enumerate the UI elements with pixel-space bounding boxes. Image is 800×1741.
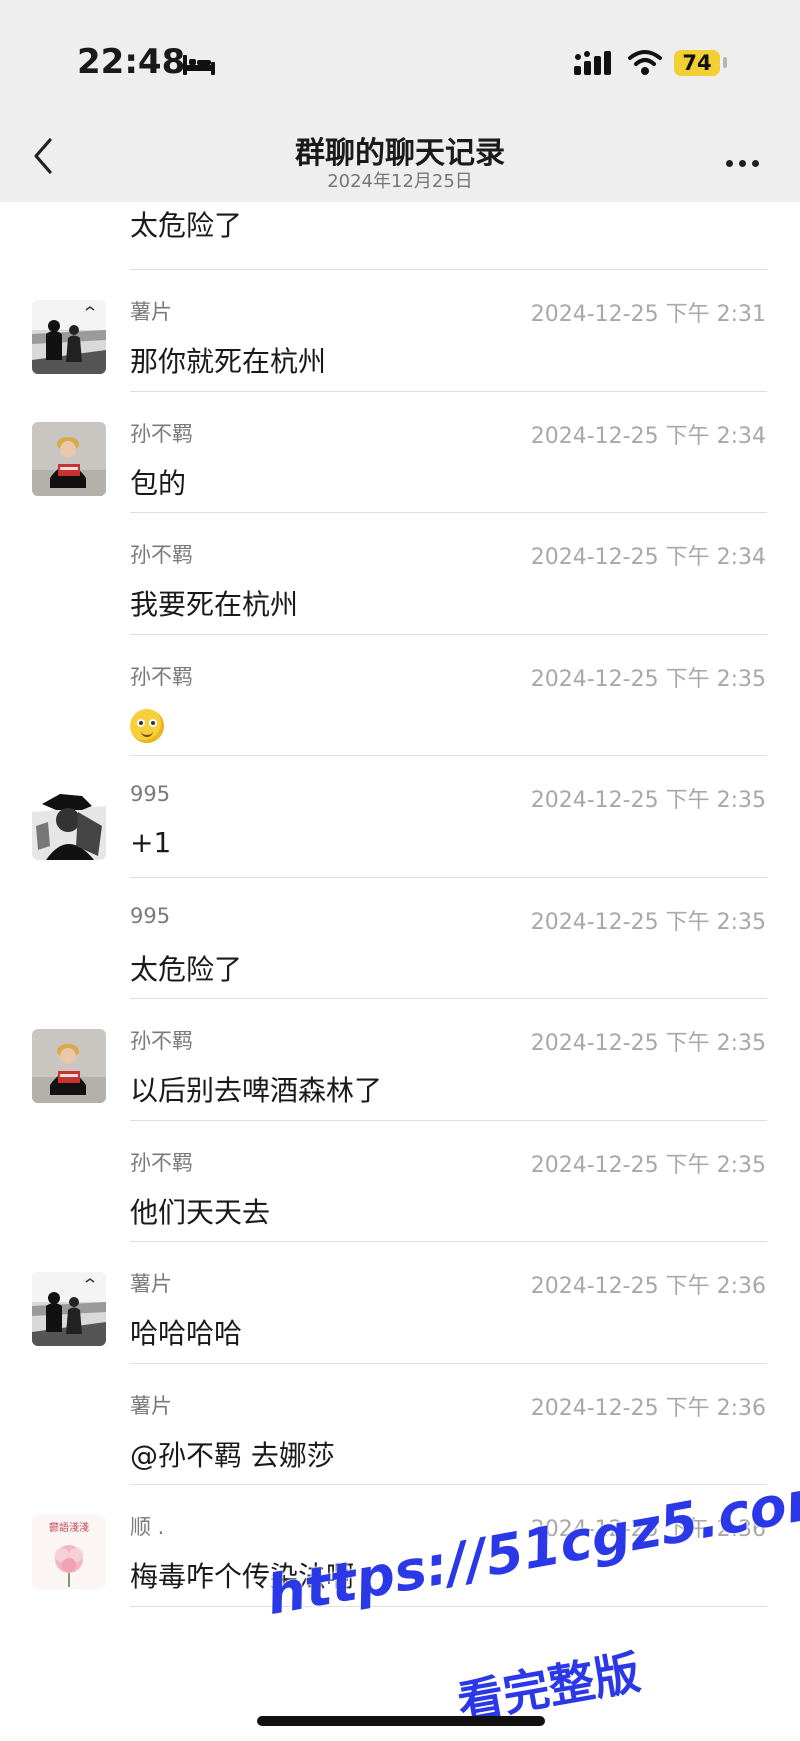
message-timestamp: 2024-12-25 下午 2:35 — [530, 788, 766, 813]
message-timestamp: 2024-12-25 下午 2:34 — [530, 423, 766, 449]
page-title: 群聊的聊天记录 — [295, 136, 505, 171]
message-text — [130, 705, 164, 746]
message-item[interactable]: 薯片 2024-12-25 下午 2:36 @孙不羁 去娜莎 — [0, 1364, 800, 1485]
message-item[interactable]: 孙不羁 2024-12-25 下午 2:34 包的 — [0, 392, 800, 513]
cellular-signal-icon — [574, 51, 611, 75]
sender-name: 孙不羁 — [130, 1150, 193, 1175]
avatar[interactable]: 鬱語淺淺 — [32, 1515, 106, 1589]
message-text: +1 — [130, 826, 172, 859]
message-item[interactable]: 孙不羁 2024-12-25 下午 2:35 以后别去啤酒森林了 — [0, 999, 800, 1121]
message-timestamp: 2024-12-25 下午 2:36 — [530, 1274, 766, 1299]
message-text: 以后别去啤酒森林了 — [130, 1074, 383, 1107]
message-item[interactable]: 薯片 2024-12-25 下午 2:36 哈哈哈哈 — [0, 1242, 800, 1364]
message-timestamp: 2024-12-25 下午 2:35 — [530, 1152, 766, 1178]
message-item[interactable]: 孙不羁 2024-12-25 下午 2:34 我要死在杭州 — [0, 513, 800, 635]
avatar[interactable] — [32, 1272, 106, 1346]
avatar[interactable] — [32, 1029, 106, 1103]
status-indicators: 74 — [550, 40, 800, 80]
message-timestamp: 2024-12-25 下午 2:34 — [530, 545, 766, 570]
svg-text:鬱語淺淺: 鬱語淺淺 — [49, 1521, 89, 1534]
sender-name: 薯片 — [130, 1393, 172, 1418]
sleep-focus-icon — [183, 55, 215, 75]
sender-name: 顺 . — [130, 1515, 165, 1539]
message-timestamp: 2024-12-25 下午 2:35 — [530, 666, 766, 692]
message-text: 那你就死在杭州 — [130, 345, 327, 378]
page-subtitle-date: 2024年12月25日 — [327, 171, 473, 192]
message-text: 他们天天去 — [130, 1195, 271, 1229]
message-item[interactable]: 薯片 2024-12-25 下午 2:31 那你就死在杭州 — [0, 270, 800, 392]
sender-name: 孙不羁 — [130, 664, 193, 689]
message-timestamp: 2024-12-25 下午 2:35 — [530, 1031, 766, 1056]
home-indicator[interactable] — [257, 1716, 545, 1726]
sender-name: 995 — [130, 782, 171, 806]
avatar[interactable] — [32, 786, 106, 860]
message-timestamp: 2024-12-25 下午 2:31 — [530, 302, 766, 327]
message-item[interactable]: 995 2024-12-25 下午 2:35 +1 — [0, 756, 800, 878]
sender-name: 孙不羁 — [130, 421, 193, 446]
message-text: 包的 — [130, 466, 187, 500]
sender-name: 孙不羁 — [130, 543, 193, 567]
message-timestamp: 2024-12-25 下午 2:36 — [530, 1395, 766, 1421]
sender-name: 孙不羁 — [130, 1029, 193, 1053]
message-text: 哈哈哈哈 — [130, 1317, 243, 1350]
more-options-icon[interactable] — [726, 152, 765, 171]
top-bar: 22:48 74 群聊的聊天记录 2024年12月25日 — [0, 0, 800, 202]
avatar[interactable] — [32, 421, 106, 496]
divider — [130, 1605, 767, 1607]
status-time: 22:48 — [77, 42, 186, 82]
message-text: 我要死在杭州 — [130, 588, 299, 621]
sender-name: 995 — [130, 903, 171, 928]
message-item[interactable]: 孙不羁 2024-12-25 下午 2:35 他们天天去 — [0, 1121, 800, 1242]
avatar[interactable] — [32, 300, 106, 374]
wifi-icon — [628, 50, 662, 75]
battery-indicator: 74 — [674, 50, 720, 76]
sender-name: 薯片 — [130, 1272, 172, 1296]
message-timestamp: 2024-12-25 下午 2:35 — [530, 909, 766, 935]
sender-name: 薯片 — [130, 300, 172, 324]
message-text: @孙不羁 去娜莎 — [130, 1438, 335, 1472]
smile-emoji-icon — [130, 708, 164, 743]
message-item[interactable]: 孙不羁 2024-12-25 下午 2:35 — [0, 635, 800, 756]
message-text: 太危险了 — [130, 952, 243, 986]
message-text: 太危险了 — [130, 209, 243, 242]
message-item[interactable]: 995 2024-12-25 下午 2:35 太危险了 — [0, 878, 800, 999]
battery-tip — [723, 57, 727, 68]
